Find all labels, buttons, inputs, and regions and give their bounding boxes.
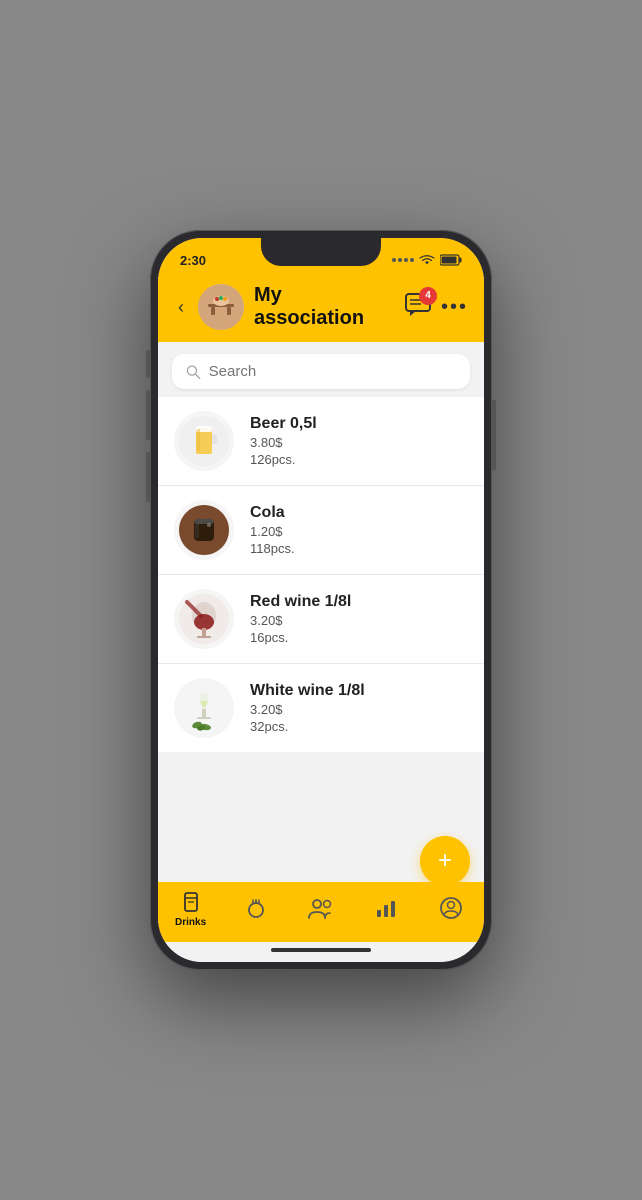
home-indicator — [158, 942, 484, 962]
side-button-volume-up — [146, 390, 150, 440]
home-bar — [271, 948, 371, 952]
add-button[interactable]: + — [420, 836, 470, 886]
avatar-image — [198, 284, 244, 330]
bottom-section: + Drinks — [158, 882, 484, 942]
item-info-beer: Beer 0,5l 3.80$ 126pcs. — [250, 415, 317, 467]
item-qty: 16pcs. — [250, 630, 351, 645]
back-button[interactable]: ‹ — [174, 295, 188, 320]
phone-screen: 2:30 — [158, 238, 484, 962]
people-tab-icon — [307, 896, 335, 920]
add-icon: + — [438, 849, 452, 873]
whitewine-image — [179, 683, 229, 733]
stats-tab-icon — [374, 896, 398, 920]
messages-button[interactable]: 4 — [405, 293, 431, 322]
account-tab-icon — [439, 896, 463, 920]
item-image-beer — [174, 411, 234, 471]
tab-drinks-label: Drinks — [175, 917, 206, 928]
side-button-mute — [146, 350, 150, 378]
item-price: 3.20$ — [250, 702, 365, 717]
side-button-volume-down — [146, 452, 150, 502]
avatar — [198, 284, 244, 330]
item-name: Cola — [250, 504, 295, 522]
header-actions: 4 ••• — [405, 293, 468, 322]
item-qty: 126pcs. — [250, 452, 317, 467]
header: ‹ My association — [158, 276, 484, 342]
status-icons — [392, 254, 462, 266]
notch — [261, 238, 381, 266]
tab-stats[interactable] — [354, 896, 419, 923]
signal-dot-2 — [398, 258, 402, 262]
beer-image — [179, 416, 229, 466]
wifi-icon — [419, 254, 435, 266]
tab-account[interactable] — [419, 896, 484, 923]
item-name: Red wine 1/8l — [250, 593, 351, 611]
cola-image — [179, 505, 229, 555]
redwine-image — [179, 594, 229, 644]
battery-icon — [440, 254, 462, 266]
food-tab-icon — [244, 896, 268, 920]
header-title: My association — [254, 284, 395, 330]
side-button-power — [492, 400, 496, 470]
item-image-redwine — [174, 589, 234, 649]
item-qty: 32pcs. — [250, 719, 365, 734]
signal-dot-1 — [392, 258, 396, 262]
notification-badge: 4 — [419, 287, 437, 305]
item-price: 1.20$ — [250, 524, 295, 539]
more-options-button[interactable]: ••• — [441, 296, 468, 319]
item-name: White wine 1/8l — [250, 682, 365, 700]
item-info-redwine: Red wine 1/8l 3.20$ 16pcs. — [250, 593, 351, 645]
list-item[interactable]: White wine 1/8l 3.20$ 32pcs. — [158, 664, 484, 752]
content-area: Beer 0,5l 3.80$ 126pcs. — [158, 342, 484, 882]
phone-frame: 2:30 — [150, 230, 492, 970]
item-image-cola — [174, 500, 234, 560]
item-name: Beer 0,5l — [250, 415, 317, 433]
item-info-whitewine: White wine 1/8l 3.20$ 32pcs. — [250, 682, 365, 734]
item-qty: 118pcs. — [250, 541, 295, 556]
item-image-whitewine — [174, 678, 234, 738]
list-item[interactable]: Red wine 1/8l 3.20$ 16pcs. — [158, 575, 484, 664]
signal-dot-4 — [410, 258, 414, 262]
signal-dot-3 — [404, 258, 408, 262]
list-container: Beer 0,5l 3.80$ 126pcs. — [158, 397, 484, 752]
item-info-cola: Cola 1.20$ 118pcs. — [250, 504, 295, 556]
signal-dots — [392, 258, 414, 262]
list-item[interactable]: Cola 1.20$ 118pcs. — [158, 486, 484, 575]
tab-drinks[interactable]: Drinks — [158, 890, 223, 928]
search-container — [158, 342, 484, 397]
status-time: 2:30 — [180, 253, 206, 268]
tab-people[interactable] — [288, 896, 353, 923]
search-icon — [186, 364, 201, 380]
item-price: 3.20$ — [250, 613, 351, 628]
search-box[interactable] — [172, 354, 470, 389]
list-item[interactable]: Beer 0,5l 3.80$ 126pcs. — [158, 397, 484, 486]
tab-food[interactable] — [223, 896, 288, 923]
tab-bar: Drinks — [158, 882, 484, 942]
items-list: Beer 0,5l 3.80$ 126pcs. — [158, 397, 484, 882]
drinks-tab-icon — [179, 890, 203, 914]
item-price: 3.80$ — [250, 435, 317, 450]
search-input[interactable] — [209, 363, 456, 380]
